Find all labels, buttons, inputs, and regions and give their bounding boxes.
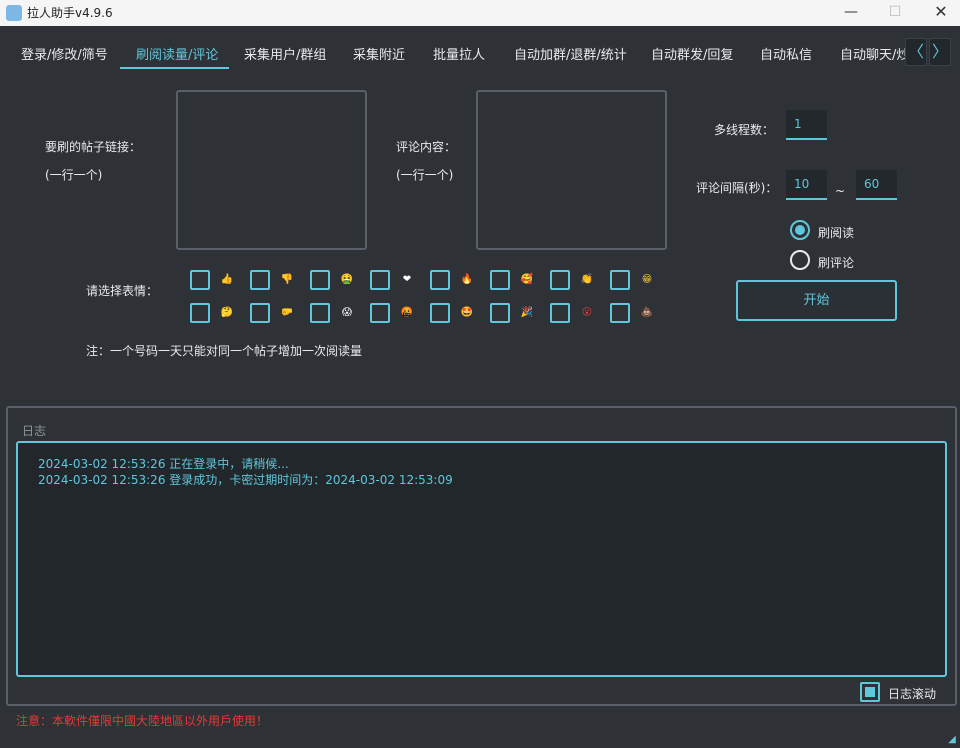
start-button[interactable]: 开始 xyxy=(736,280,897,321)
fire-icon: 🔥 xyxy=(460,274,474,285)
emoji-checkbox[interactable] xyxy=(250,270,270,290)
angry-face-icon: 🤬 xyxy=(400,307,414,318)
interval-label: 评论间隔(秒)： xyxy=(696,181,778,195)
emoji-checkbox[interactable] xyxy=(610,270,630,290)
open-mouth-icon: 😮 xyxy=(581,307,593,318)
star-eyes-icon: 🤩 xyxy=(460,307,474,318)
poop-icon: 💩 xyxy=(640,307,654,318)
emoji-checkbox[interactable] xyxy=(490,270,510,290)
threads-input[interactable]: 1 xyxy=(786,110,827,140)
laughing-face-icon: 😁 xyxy=(641,274,653,285)
emoji-checkbox[interactable] xyxy=(250,303,270,323)
comment-hint: (一行一个) xyxy=(396,168,454,182)
emoji-checkbox[interactable] xyxy=(190,303,210,323)
mode-read-label: 刷阅读 xyxy=(818,226,855,240)
emoji-checkbox[interactable] xyxy=(490,303,510,323)
mode-comment-radio[interactable] xyxy=(790,250,810,270)
maximize-button[interactable]: ☐ xyxy=(872,0,918,26)
log-scroll-checkbox[interactable] xyxy=(860,682,880,702)
thumbs-down-icon: 👎 xyxy=(280,274,294,285)
tab-scroll-right-icon[interactable]: 〉 xyxy=(929,38,951,66)
emoji-checkbox[interactable] xyxy=(310,303,330,323)
emoji-checkbox[interactable] xyxy=(550,303,570,323)
log-title: 日志 xyxy=(22,424,47,438)
tab-login[interactable]: 登录/修改/筛号 xyxy=(21,44,108,63)
heart-eyes-icon: 🥰 xyxy=(520,274,534,285)
mode-comment-label: 刷评论 xyxy=(818,256,855,270)
read-limit-note: 注：一个号码一天只能对同一个帖子增加一次阅读量 xyxy=(86,344,363,358)
emoji-checkbox[interactable] xyxy=(310,270,330,290)
tab-auto-chat[interactable]: 自动聊天/炒 xyxy=(840,44,906,63)
post-link-textarea[interactable] xyxy=(176,90,367,250)
emoji-checkbox[interactable] xyxy=(370,303,390,323)
active-tab-indicator xyxy=(120,67,229,69)
emoji-checkbox[interactable] xyxy=(370,270,390,290)
close-button[interactable]: ✕ xyxy=(918,0,960,26)
emoji-checkbox[interactable] xyxy=(190,270,210,290)
window-title: 拉人助手v4.9.6 xyxy=(27,6,113,20)
screaming-face-icon: 😱 xyxy=(341,307,353,318)
heart-icon: ❤ xyxy=(402,274,412,285)
minimize-button[interactable]: — xyxy=(828,0,874,26)
threads-label: 多线程数： xyxy=(714,123,775,137)
clap-icon: 👏 xyxy=(580,274,594,285)
interval-min-input[interactable]: 10 xyxy=(786,170,827,200)
app-icon xyxy=(6,5,22,21)
post-link-hint: (一行一个) xyxy=(45,168,103,182)
tab-collect-users[interactable]: 采集用户/群组 xyxy=(244,44,326,63)
post-link-label: 要刷的帖子链接： xyxy=(45,140,142,154)
tab-auto-dm[interactable]: 自动私信 xyxy=(760,44,812,63)
log-line: 2024-03-02 12:53:26 正在登录中，请稍候... xyxy=(38,457,289,471)
region-warning: 注意：本軟件僅限中國大陸地區以外用戶使用！ xyxy=(16,714,269,728)
sick-face-icon: 🤮 xyxy=(340,274,354,285)
party-popper-icon: 🎉 xyxy=(520,307,534,318)
emoji-checkbox[interactable] xyxy=(610,303,630,323)
log-scroll-label: 日志滚动 xyxy=(888,687,937,701)
emoji-checkbox[interactable] xyxy=(550,270,570,290)
raised-fist-icon: 🤛 xyxy=(280,307,294,318)
tab-read-comment[interactable]: 刷阅读量/评论 xyxy=(136,44,218,63)
comment-label: 评论内容： xyxy=(396,140,457,154)
log-line: 2024-03-02 12:53:26 登录成功，卡密过期时间为：2024-03… xyxy=(38,473,453,487)
mode-read-radio[interactable] xyxy=(790,220,810,240)
tab-collect-nearby[interactable]: 采集附近 xyxy=(353,44,405,63)
tab-scroll-left-icon[interactable]: 〈 xyxy=(905,38,927,66)
resize-grip-icon[interactable]: ◢ xyxy=(944,732,960,748)
interval-max-input[interactable]: 60 xyxy=(856,170,897,200)
tab-auto-join[interactable]: 自动加群/退群/统计 xyxy=(514,44,627,63)
emoji-label: 请选择表情： xyxy=(86,284,159,298)
emoji-checkbox[interactable] xyxy=(430,270,450,290)
interval-separator: ~ xyxy=(835,184,846,198)
comment-textarea[interactable] xyxy=(476,90,667,250)
thumbs-up-icon: 👍 xyxy=(220,274,234,285)
tab-batch-invite[interactable]: 批量拉人 xyxy=(433,44,485,63)
title-bar: 拉人助手v4.9.6 — ☐ ✕ xyxy=(0,0,960,26)
thinking-face-icon: 🤔 xyxy=(220,307,234,318)
tab-auto-broadcast[interactable]: 自动群发/回复 xyxy=(651,44,733,63)
emoji-checkbox[interactable] xyxy=(430,303,450,323)
